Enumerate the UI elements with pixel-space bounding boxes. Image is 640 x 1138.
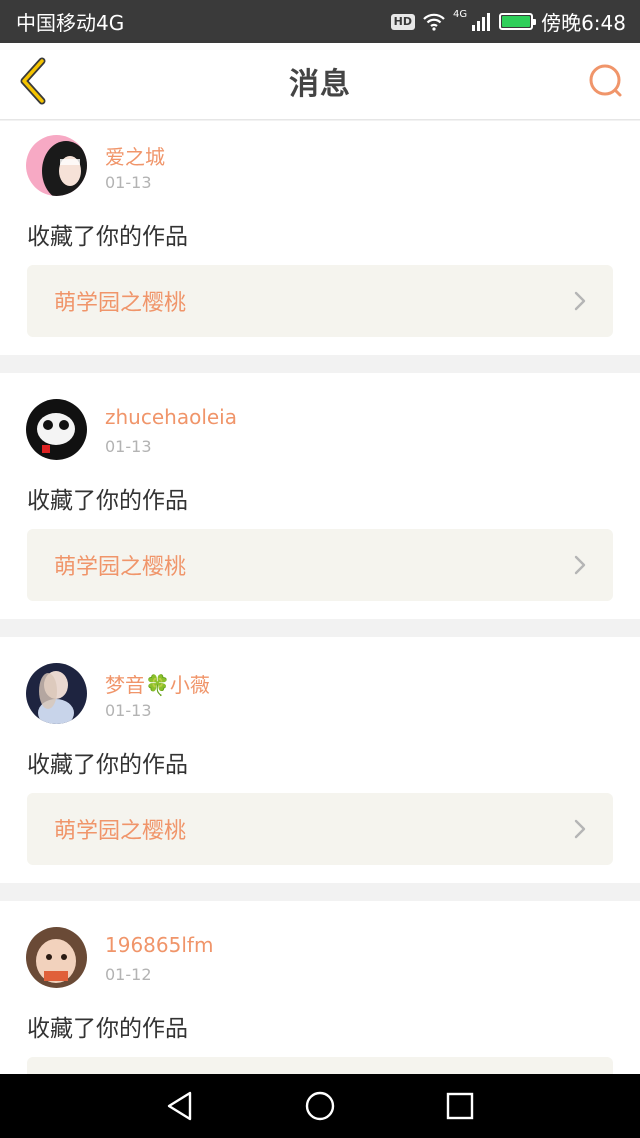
message-text: 收藏了你的作品 bbox=[27, 752, 188, 778]
page-title: 消息 bbox=[289, 67, 351, 102]
battery-icon bbox=[499, 13, 537, 30]
chevron-right-icon bbox=[574, 555, 586, 575]
nav-recents-button[interactable] bbox=[438, 1084, 482, 1128]
username[interactable]: 爱之城 bbox=[105, 141, 165, 170]
wifi-icon bbox=[423, 13, 445, 31]
app-header: 消息 bbox=[0, 43, 640, 120]
clock-label: 傍晚6:48 bbox=[541, 11, 626, 35]
nav-home-button[interactable] bbox=[298, 1084, 342, 1128]
work-title: 萌学园之樱桃 bbox=[54, 555, 187, 580]
work-link[interactable]: 萌学园之樱桃 bbox=[27, 265, 613, 337]
chevron-right-icon bbox=[574, 291, 586, 311]
search-icon bbox=[589, 64, 622, 97]
work-title: 萌学园之樱桃 bbox=[54, 819, 187, 844]
message-feed[interactable]: 爱之城 01-13 收藏了你的作品 萌学园之樱桃 zhucehaoleia 01… bbox=[0, 121, 640, 1074]
status-icons: HD 4G 傍晚6:48 bbox=[390, 7, 626, 36]
status-bar: 中国移动4G HD 4G 傍晚6:48 bbox=[0, 0, 640, 43]
message-date: 01-13 bbox=[105, 173, 152, 192]
username[interactable]: 梦音🍀小薇 bbox=[105, 669, 210, 698]
username[interactable]: 196865lfm bbox=[105, 933, 213, 957]
network-label: 4G bbox=[452, 9, 468, 20]
work-link[interactable]: 萌学园之樱桃 bbox=[27, 529, 613, 601]
work-title: 萌学园之樱桃 bbox=[54, 291, 187, 316]
work-link[interactable]: 萌学园之樱桃 bbox=[27, 793, 613, 865]
message-card: zhucehaoleia 01-13 收藏了你的作品 萌学园之樱桃 bbox=[0, 373, 640, 619]
username[interactable]: zhucehaoleia bbox=[105, 405, 237, 429]
message-card: 196865lfm 01-12 收藏了你的作品 bbox=[0, 901, 640, 1074]
message-text: 收藏了你的作品 bbox=[27, 224, 188, 250]
work-link[interactable] bbox=[27, 1057, 613, 1074]
avatar[interactable] bbox=[26, 135, 87, 196]
hd-badge: HD bbox=[390, 13, 415, 30]
signal-icon bbox=[472, 12, 491, 31]
message-date: 01-13 bbox=[105, 437, 152, 456]
square-recents-icon bbox=[446, 1092, 474, 1120]
message-date: 01-13 bbox=[105, 701, 152, 720]
system-nav-bar bbox=[0, 1074, 640, 1138]
avatar[interactable] bbox=[26, 399, 87, 460]
search-button[interactable] bbox=[586, 61, 626, 101]
back-button[interactable] bbox=[16, 57, 52, 105]
message-date: 01-12 bbox=[105, 965, 152, 984]
avatar[interactable] bbox=[26, 663, 87, 724]
message-text: 收藏了你的作品 bbox=[27, 488, 188, 514]
circle-home-icon bbox=[305, 1091, 335, 1121]
avatar[interactable] bbox=[26, 927, 87, 988]
message-text: 收藏了你的作品 bbox=[27, 1016, 188, 1042]
chevron-left-icon bbox=[20, 57, 46, 105]
message-card: 梦音🍀小薇 01-13 收藏了你的作品 萌学园之樱桃 bbox=[0, 637, 640, 883]
nav-back-button[interactable] bbox=[158, 1084, 202, 1128]
triangle-back-icon bbox=[167, 1091, 192, 1121]
carrier-label: 中国移动4G bbox=[16, 11, 125, 35]
chevron-right-icon bbox=[574, 819, 586, 839]
message-card: 爱之城 01-13 收藏了你的作品 萌学园之樱桃 bbox=[0, 121, 640, 355]
